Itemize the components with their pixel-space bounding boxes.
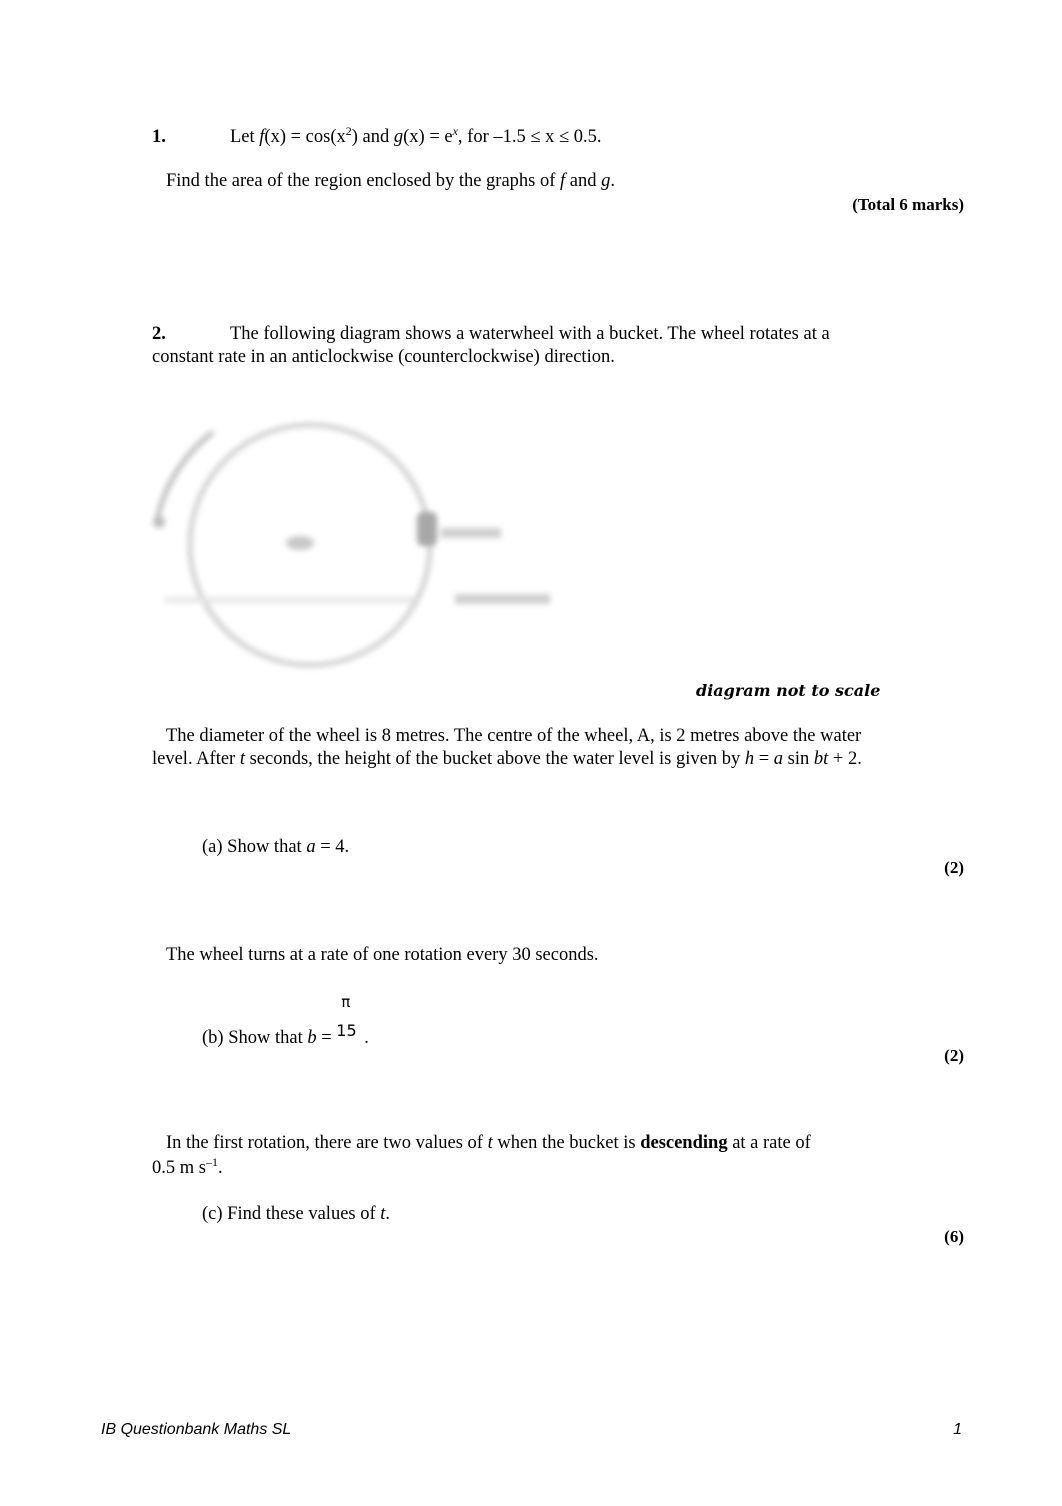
part-a-marks: (2) <box>944 858 964 877</box>
diagram-caption: diagram not to scale <box>696 681 881 700</box>
rotation-arrow-arc <box>154 430 215 521</box>
q1-total-marks: (Total 6 marks) <box>852 195 964 214</box>
bucket-shape <box>417 512 437 546</box>
part-b-marks: (2) <box>944 1046 964 1065</box>
q1-number: 1. <box>152 127 166 147</box>
centre-label-A <box>286 536 314 550</box>
waterwheel-svg <box>153 422 550 668</box>
q1-task: Find the area of the region enclosed by … <box>166 171 616 191</box>
q2-info-line2: level. After t seconds, the height of th… <box>152 749 862 769</box>
descending-line2: 0.5 m s–1. <box>152 1155 223 1178</box>
q2-info-line1: The diameter of the wheel is 8 metres. T… <box>166 726 862 746</box>
part-b: (b) Show that b = π 15. <box>202 993 369 1048</box>
waterwheel-diagram <box>145 410 575 680</box>
q2-intro-line2: constant rate in an anticlockwise (count… <box>152 347 615 367</box>
rotation-rate-text: The wheel turns at a rate of one rotatio… <box>166 945 599 965</box>
descending-line1: In the first rotation, there are two val… <box>166 1133 811 1153</box>
footer-page-number: 1 <box>953 1421 962 1438</box>
q1-statement: 1. Let f(x) = cos(x2) and g(x) = ex, for … <box>152 124 602 147</box>
water-level-label <box>455 594 550 604</box>
pi-over-15-fraction: π 15 <box>336 993 357 1040</box>
footer-title: IB Questionbank Maths SL <box>101 1421 292 1438</box>
part-c: (c) Find these values of t. <box>202 1204 391 1224</box>
rotation-arrow-head <box>153 516 165 528</box>
q2-number: 2. <box>152 324 166 344</box>
bucket-label <box>441 528 501 538</box>
part-c-marks: (6) <box>944 1227 964 1246</box>
q2-intro-line1: 2. The following diagram shows a waterwhe… <box>152 324 830 344</box>
part-a: (a) Show that a = 4. <box>202 837 350 857</box>
